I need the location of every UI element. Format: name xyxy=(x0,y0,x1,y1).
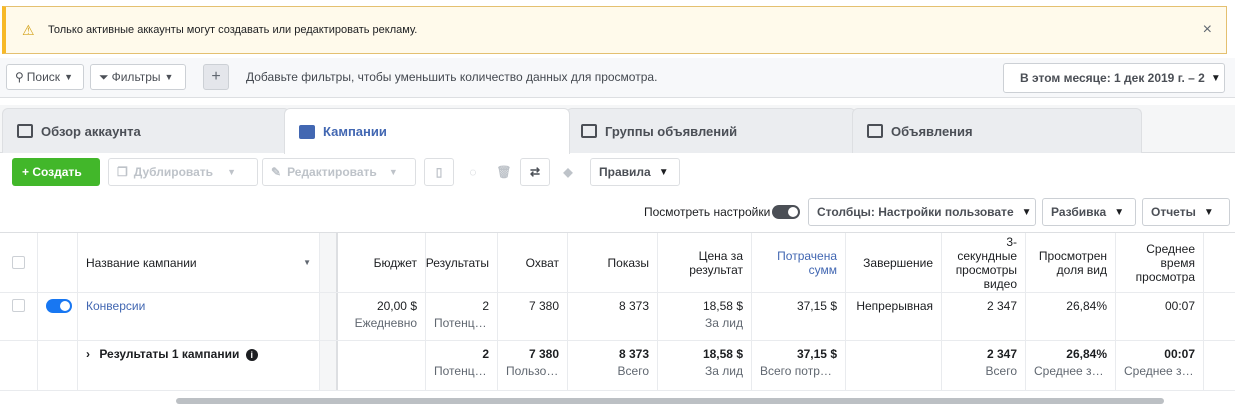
column-header-viewed-share[interactable]: Просмотрен доля вид xyxy=(1026,233,1116,292)
chevron-down-icon: ▼ xyxy=(388,167,398,177)
tab-campaigns[interactable]: Кампании xyxy=(284,108,570,154)
spent-value: 37,15 $ xyxy=(752,293,846,340)
column-header-reach[interactable]: Охват xyxy=(498,233,568,292)
chevron-down-icon: ▼ xyxy=(1021,206,1032,218)
column-header-impressions[interactable]: Показы xyxy=(568,233,658,292)
table-header: Название кампании ▼ Бюджет Результаты Ох… xyxy=(0,233,1235,293)
tab-ads[interactable]: Объявления xyxy=(852,108,1142,153)
column-header-name[interactable]: Название кампании ▼ xyxy=(78,233,320,292)
filter-hint: Добавьте фильтры, чтобы уменьшить количе… xyxy=(246,70,658,84)
overview-icon xyxy=(17,124,33,138)
close-icon[interactable]: × xyxy=(1203,21,1212,39)
funnel-icon: ⏷ xyxy=(99,69,109,84)
campaigns-table: Название кампании ▼ Бюджет Результаты Ох… xyxy=(0,232,1235,398)
column-header-amount-spent[interactable]: Потрачена сумм xyxy=(752,233,846,292)
tabs-row: Обзор аккаунта Кампании Группы объявлени… xyxy=(0,105,1235,154)
tab-account-overview[interactable]: Обзор аккаунта xyxy=(2,108,290,153)
ab-test-icon[interactable]: ⇄ xyxy=(520,158,550,186)
clipboard-icon[interactable]: ▯ xyxy=(424,158,454,186)
filter-bar: ⚲ Поиск ▼ ⏷ Фильтры ▼ + Добавьте фильтры… xyxy=(0,58,1235,98)
chevron-down-icon: ▼ xyxy=(164,72,174,82)
column-header-ends[interactable]: Завершение xyxy=(846,233,942,292)
table-row[interactable]: Конверсии 20,00 $ Ежедневно 2 Потенци...… xyxy=(0,293,1235,341)
tag-icon[interactable]: ◆ xyxy=(554,158,582,186)
chevron-down-icon: ▼ xyxy=(227,167,236,177)
search-icon: ⚲ xyxy=(15,70,24,84)
trash-icon[interactable]: 🗑 xyxy=(490,158,518,186)
info-icon[interactable]: i xyxy=(245,349,258,361)
campaign-name-link[interactable]: Конверсии xyxy=(78,293,320,340)
chevron-down-icon: ▼ xyxy=(64,72,73,82)
cpr-type: За лид xyxy=(705,316,743,330)
results-value: 2 xyxy=(482,299,489,313)
budget-type: Ежедневно xyxy=(354,316,417,330)
copy-icon: ❐ xyxy=(117,165,128,179)
horizontal-scrollbar[interactable] xyxy=(176,398,1164,404)
columns-button[interactable]: Столбцы: Настройки пользовате ▼ xyxy=(808,198,1036,226)
pencil-icon: ✎ xyxy=(271,165,282,179)
chevron-right-icon: › xyxy=(86,347,90,361)
warning-icon: ⚠ xyxy=(22,21,35,38)
search-button[interactable]: ⚲ Поиск ▼ xyxy=(6,64,84,90)
chevron-down-icon: ▼ xyxy=(658,166,669,178)
ends-value: Непрерывная xyxy=(846,293,942,340)
alert-text: Только активные аккаунты могут создавать… xyxy=(48,24,418,36)
chevron-down-icon: ▼ xyxy=(1210,72,1221,84)
edit-button[interactable]: ✎ Редактировать ▼ xyxy=(262,158,416,186)
column-header-budget[interactable]: Бюджет xyxy=(334,233,426,292)
rules-button[interactable]: Правила ▼ xyxy=(590,158,680,186)
column-header-results[interactable]: Результаты xyxy=(426,233,498,292)
campaign-toggle[interactable] xyxy=(46,299,72,313)
summary-row: › Результаты 1 кампании i 2 Потенциа... … xyxy=(0,341,1235,391)
view-settings-toggle[interactable] xyxy=(772,205,800,219)
summary-label[interactable]: › Результаты 1 кампании i xyxy=(78,341,320,390)
column-header-3s-video-views[interactable]: 3-секундные просмотры видео xyxy=(942,233,1026,292)
refresh-icon[interactable]: ◌ xyxy=(458,158,488,186)
filters-button[interactable]: ⏷ Фильтры ▼ xyxy=(90,64,186,90)
video3s-value: 2 347 xyxy=(942,293,1026,340)
viewed-share-value: 26,84% xyxy=(1026,293,1116,340)
create-button[interactable]: + Создать xyxy=(12,158,100,186)
results-type: Потенци... xyxy=(434,316,489,330)
breakdown-button[interactable]: Разбивка ▼ xyxy=(1042,198,1136,226)
view-settings-label: Посмотреть настройки xyxy=(644,205,771,219)
reach-value: 7 380 xyxy=(498,293,568,340)
select-all-checkbox[interactable] xyxy=(0,233,38,292)
inactive-account-alert: ⚠ Только активные аккаунты могут создава… xyxy=(2,6,1227,54)
date-range-button[interactable]: В этом месяце: 1 дек 2019 г. – 2 ▼ xyxy=(1003,63,1225,93)
duplicate-button[interactable]: ❐ Дублировать ▼ xyxy=(108,158,258,186)
tab-ad-sets[interactable]: Группы объявлений xyxy=(566,108,856,153)
grid-icon xyxy=(581,124,597,138)
ad-icon xyxy=(867,124,883,138)
cpr-value: 18,58 $ xyxy=(702,299,743,313)
budget-value: 20,00 $ xyxy=(376,299,417,313)
column-header-avg-view-time[interactable]: Среднее время просмотра xyxy=(1116,233,1204,292)
add-filter-button[interactable]: + xyxy=(203,64,229,90)
chevron-down-icon: ▼ xyxy=(1114,206,1125,218)
row-checkbox[interactable] xyxy=(0,293,38,340)
options-row: Посмотреть настройки Столбцы: Настройки … xyxy=(0,196,1235,228)
impressions-value: 8 373 xyxy=(568,293,658,340)
campaign-folder-icon xyxy=(299,124,315,139)
column-header-cost-per-result[interactable]: Цена за результат xyxy=(658,233,752,292)
chevron-down-icon: ▼ xyxy=(303,258,311,267)
avg-time-value: 00:07 xyxy=(1116,293,1204,340)
toolbar: + Создать ❐ Дублировать ▼ ✎ Редактироват… xyxy=(0,154,1235,192)
reports-button[interactable]: Отчеты ▼ xyxy=(1142,198,1230,226)
chevron-down-icon: ▼ xyxy=(1203,206,1214,218)
